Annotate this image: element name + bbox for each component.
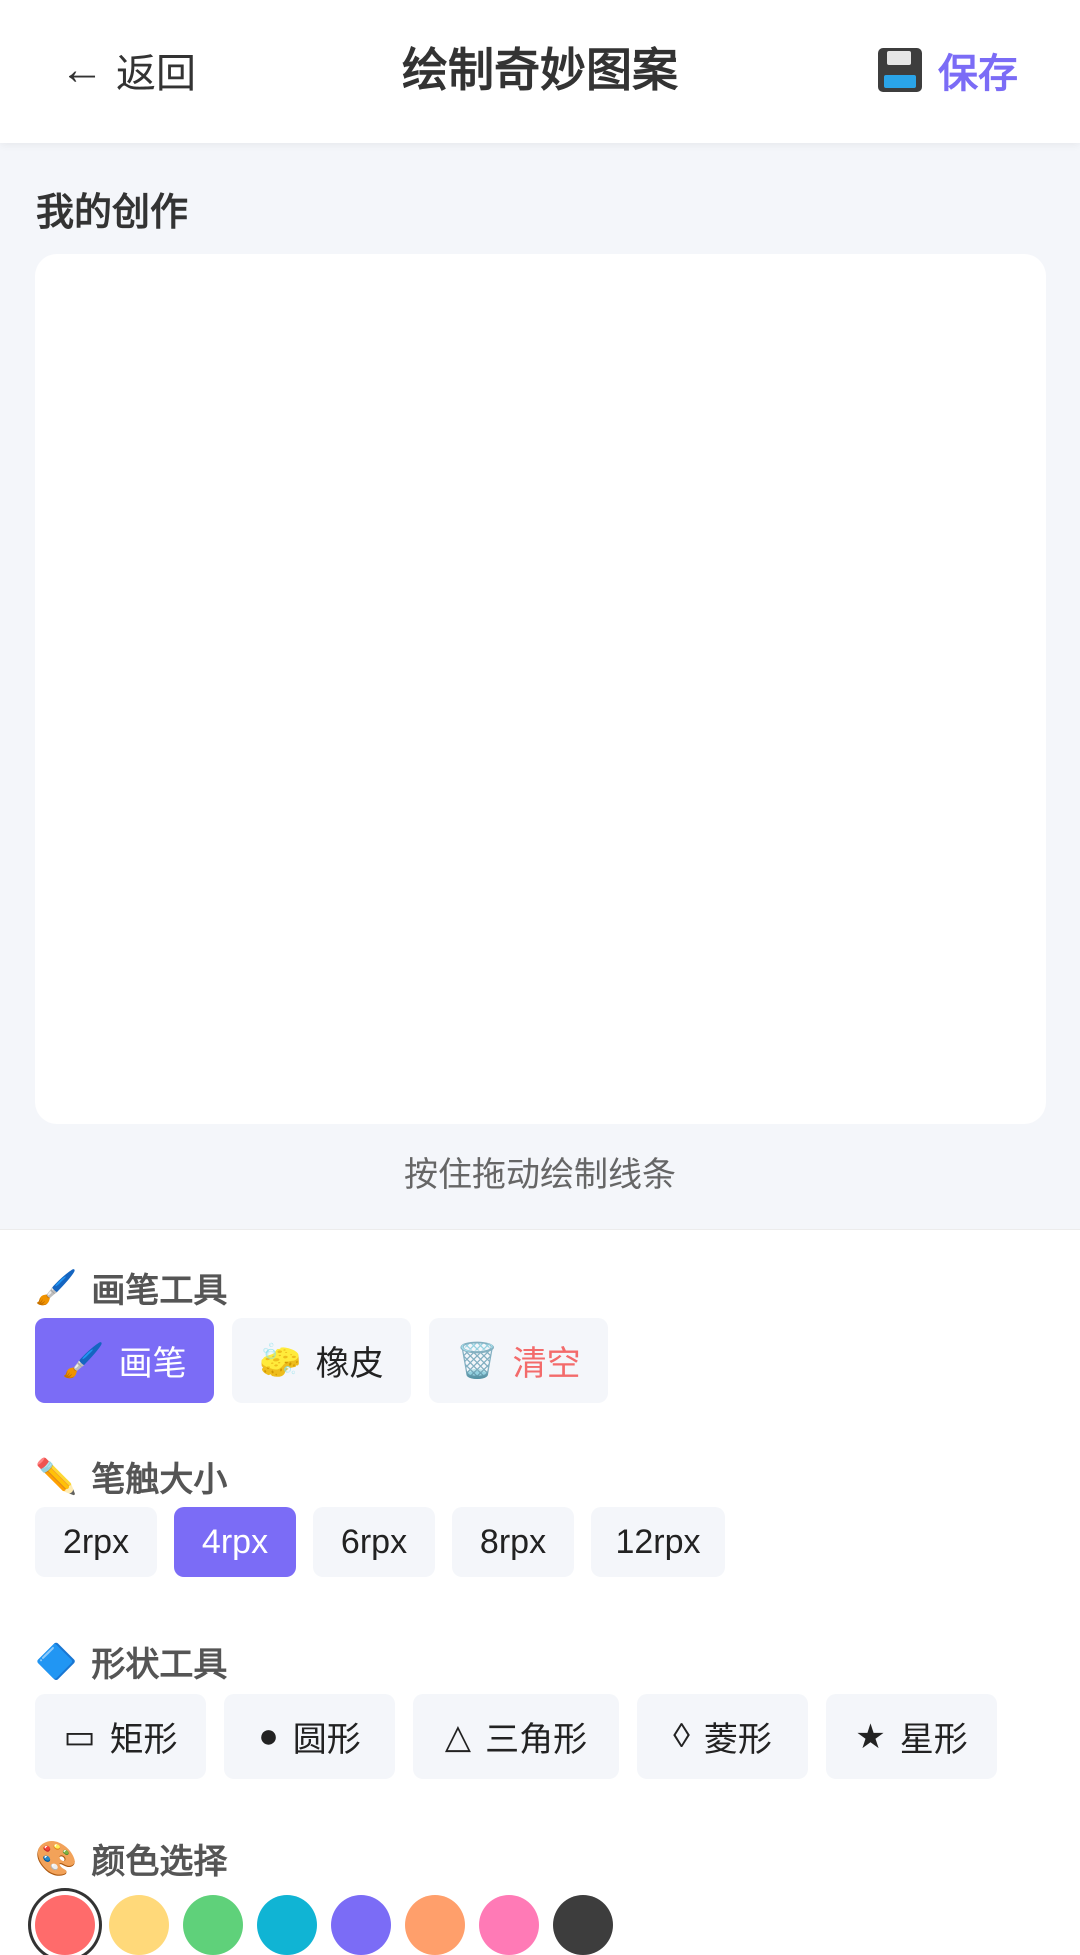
stroke-size-option[interactable]: 6rpx: [313, 1507, 435, 1577]
color-swatch[interactable]: [257, 1895, 317, 1955]
shape-diamond-button[interactable]: ◊ 菱形: [637, 1694, 808, 1779]
shape-triangle-button[interactable]: △ 三角形: [413, 1694, 619, 1779]
shape-rectangle-button[interactable]: ▭ 矩形: [35, 1694, 206, 1779]
stroke-size-option[interactable]: 8rpx: [452, 1507, 574, 1577]
floppy-disk-icon: [878, 48, 922, 92]
stroke-size-option-label: 6rpx: [340, 1522, 408, 1561]
shape-label: 菱形: [703, 1721, 772, 1759]
color-swatch[interactable]: [35, 1895, 95, 1955]
shape-circle-button[interactable]: ● 圆形: [224, 1694, 395, 1779]
tools-panel: 🖌️ 画笔工具 🖌️ 画笔 🧽 橡皮 🗑️ 清空 ✏️ 笔触大小 2rpx 4r…: [0, 1229, 1080, 1955]
stroke-size-option[interactable]: 2rpx: [35, 1507, 157, 1577]
color-swatch[interactable]: [109, 1895, 169, 1955]
star-icon: ★: [855, 1717, 886, 1756]
brush-tools-row: 🖌️ 画笔 🧽 橡皮 🗑️ 清空: [35, 1318, 608, 1403]
rectangle-icon: ▭: [63, 1717, 96, 1756]
color-swatch-row: [35, 1895, 613, 1955]
shape-tools-row: ▭ 矩形 ● 圆形 △ 三角形 ◊ 菱形 ★ 星形: [35, 1694, 997, 1779]
sponge-icon: 🧽: [259, 1341, 302, 1380]
shape-label: 矩形: [109, 1721, 178, 1759]
blue-diamond-icon: 🔷: [35, 1642, 78, 1681]
color-picker-title: 颜色选择: [91, 1843, 228, 1881]
paintbrush-icon: 🖌️: [35, 1268, 78, 1307]
stroke-size-option-label: 12rpx: [615, 1522, 701, 1561]
eraser-button-label: 橡皮: [315, 1345, 384, 1383]
triangle-icon: △: [444, 1717, 472, 1756]
shape-label: 圆形: [292, 1721, 361, 1759]
color-swatch[interactable]: [331, 1895, 391, 1955]
brush-tools-title: 画笔工具: [91, 1272, 228, 1310]
color-swatch[interactable]: [479, 1895, 539, 1955]
color-swatch[interactable]: [405, 1895, 465, 1955]
circle-icon: ●: [258, 1717, 279, 1755]
stroke-size-option[interactable]: 12rpx: [591, 1507, 725, 1577]
top-nav-bar: ← 返回 绘制奇妙图案 保存: [0, 0, 1080, 143]
clear-button-label: 清空: [512, 1345, 581, 1383]
drawing-canvas[interactable]: [35, 254, 1046, 1124]
save-button[interactable]: 保存: [878, 40, 1018, 100]
stroke-size-option-label: 8rpx: [479, 1522, 547, 1561]
paintbrush-icon: 🖌️: [62, 1341, 105, 1380]
color-picker-label: 🎨 颜色选择: [35, 1834, 227, 1883]
pencil-icon: ✏️: [35, 1457, 78, 1496]
stroke-size-label: ✏️ 笔触大小: [35, 1452, 227, 1501]
clear-button[interactable]: 🗑️ 清空: [429, 1318, 608, 1403]
color-swatch[interactable]: [183, 1895, 243, 1955]
shape-star-button[interactable]: ★ 星形: [826, 1694, 997, 1779]
shape-label: 星形: [899, 1721, 968, 1759]
stroke-size-row: 2rpx 4rpx 6rpx 8rpx 12rpx: [35, 1507, 725, 1577]
shape-tools-title: 形状工具: [91, 1646, 228, 1684]
canvas-heading: 我的创作: [36, 192, 189, 234]
shape-label: 三角形: [485, 1721, 588, 1759]
brush-tools-label: 🖌️ 画笔工具: [35, 1263, 227, 1312]
stroke-size-option-label: 2rpx: [62, 1522, 130, 1561]
brush-button[interactable]: 🖌️ 画笔: [35, 1318, 214, 1403]
stroke-size-option-label: 4rpx: [201, 1522, 269, 1561]
trash-icon: 🗑️: [456, 1341, 499, 1380]
brush-button-label: 画笔: [118, 1345, 187, 1383]
diamond-icon: ◊: [673, 1717, 690, 1755]
canvas-hint: 按住拖动绘制线条: [404, 1156, 676, 1194]
stroke-size-option[interactable]: 4rpx: [174, 1507, 296, 1577]
stroke-size-title: 笔触大小: [91, 1461, 228, 1499]
palette-icon: 🎨: [35, 1839, 78, 1878]
shape-tools-label: 🔷 形状工具: [35, 1637, 227, 1686]
color-swatch[interactable]: [553, 1895, 613, 1955]
eraser-button[interactable]: 🧽 橡皮: [232, 1318, 411, 1403]
canvas-section: 我的创作 按住拖动绘制线条: [0, 143, 1080, 1229]
save-label: 保存: [938, 52, 1018, 96]
